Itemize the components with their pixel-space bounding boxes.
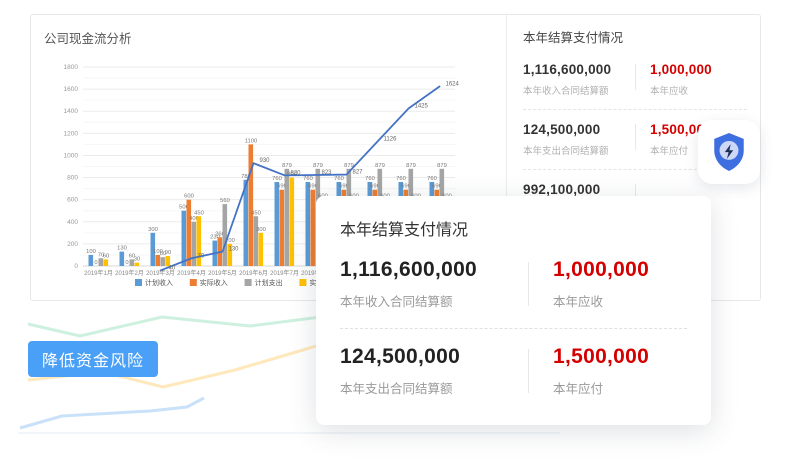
svg-text:823: 823 — [322, 170, 333, 176]
svg-text:879: 879 — [313, 163, 323, 169]
svg-text:2019年7月: 2019年7月 — [270, 269, 299, 277]
svg-text:计划收入: 计划收入 — [145, 278, 173, 287]
svg-text:1400: 1400 — [64, 108, 79, 115]
popup-receivable-label: 本年应收 — [553, 291, 649, 310]
summary-panel-title: 本年结算支付情况 — [523, 27, 747, 46]
svg-text:820: 820 — [291, 170, 302, 176]
svg-text:800: 800 — [67, 175, 78, 182]
popup-expense-settlement-label: 本年支出合同结算额 — [340, 378, 528, 397]
expense-settlement-value: 124,500,000 — [523, 122, 635, 137]
svg-text:1126: 1126 — [384, 137, 398, 143]
svg-text:879: 879 — [375, 163, 385, 169]
svg-text:879: 879 — [437, 163, 447, 169]
svg-text:90: 90 — [165, 250, 171, 256]
svg-text:760: 760 — [427, 176, 437, 182]
risk-reduction-badge: 降低资金风险 — [28, 341, 158, 377]
dashed-divider — [340, 328, 687, 329]
svg-text:450: 450 — [251, 210, 261, 216]
svg-text:827: 827 — [353, 170, 364, 176]
svg-text:1600: 1600 — [64, 86, 79, 93]
summary-row-income: 1,116,600,000 本年收入合同结算额 1,000,000 本年应收 — [523, 58, 747, 107]
svg-text:600: 600 — [184, 194, 194, 200]
svg-text:1000: 1000 — [64, 152, 79, 159]
svg-text:计划支出: 计划支出 — [255, 278, 283, 287]
svg-text:760: 760 — [303, 176, 313, 182]
svg-text:2019年1月: 2019年1月 — [84, 269, 113, 277]
svg-text:1425: 1425 — [415, 103, 429, 109]
svg-text:879: 879 — [282, 163, 292, 169]
income-settlement-value: 1,116,600,000 — [523, 62, 635, 77]
receivable-value: 1,000,000 — [650, 62, 712, 77]
dashed-divider — [523, 109, 747, 110]
svg-text:400: 400 — [67, 219, 78, 226]
svg-text:实际收入: 实际收入 — [200, 278, 228, 287]
svg-text:100: 100 — [86, 249, 96, 255]
svg-text:560: 560 — [220, 198, 230, 204]
shield-lightning-icon — [711, 132, 747, 172]
svg-text:450: 450 — [194, 210, 204, 216]
popup-receivable-value: 1,000,000 — [553, 258, 649, 282]
svg-text:2019年3月: 2019年3月 — [146, 269, 175, 277]
svg-text:760: 760 — [396, 176, 406, 182]
popup-title: 本年结算支付情况 — [340, 216, 687, 240]
svg-text:70: 70 — [198, 253, 205, 259]
page: 降低资金风险 公司现金流分析 0200400600800100012001400… — [0, 0, 792, 459]
popup-row-expense: 124,500,000 本年支出合同结算额 1,500,000 本年应付 — [340, 343, 687, 403]
popup-row-income: 1,116,600,000 本年收入合同结算额 1,000,000 本年应收 — [340, 256, 687, 316]
svg-text:879: 879 — [406, 163, 416, 169]
svg-text:1800: 1800 — [64, 64, 79, 71]
svg-text:0: 0 — [94, 260, 97, 266]
balance-value: 992,100,000 — [523, 182, 635, 197]
svg-text:30: 30 — [134, 257, 140, 263]
svg-text:2019年2月: 2019年2月 — [115, 269, 144, 277]
svg-text:0: 0 — [74, 263, 78, 270]
popup-payable-value: 1,500,000 — [553, 345, 649, 369]
svg-text:60: 60 — [103, 253, 109, 259]
svg-text:2019年6月: 2019年6月 — [239, 269, 268, 277]
popup-income-settlement-label: 本年收入合同结算额 — [340, 291, 528, 310]
popup-expense-settlement-value: 124,500,000 — [340, 345, 528, 369]
svg-text:760: 760 — [365, 176, 375, 182]
svg-text:760: 760 — [272, 176, 282, 182]
svg-text:1100: 1100 — [245, 138, 257, 144]
svg-text:760: 760 — [334, 176, 344, 182]
popup-income-settlement-value: 1,116,600,000 — [340, 258, 528, 282]
svg-text:130: 130 — [229, 247, 240, 253]
expense-settlement-label: 本年支出合同结算额 — [523, 143, 635, 157]
svg-text:200: 200 — [67, 241, 78, 248]
svg-text:1200: 1200 — [64, 130, 79, 137]
svg-text:0: 0 — [125, 260, 128, 266]
svg-text:300: 300 — [148, 227, 158, 233]
svg-text:2019年4月: 2019年4月 — [177, 269, 206, 277]
svg-text:2019年5月: 2019年5月 — [208, 269, 237, 277]
settlement-popup: 本年结算支付情况 1,116,600,000 本年收入合同结算额 1,000,0… — [316, 196, 711, 425]
income-settlement-label: 本年收入合同结算额 — [523, 83, 635, 97]
svg-text:1624: 1624 — [446, 81, 460, 87]
svg-text:300: 300 — [256, 227, 266, 233]
popup-payable-label: 本年应付 — [553, 378, 649, 397]
receivable-label: 本年应收 — [650, 83, 712, 97]
svg-text:130: 130 — [117, 246, 127, 252]
security-feature-card — [698, 120, 760, 184]
svg-text:600: 600 — [67, 197, 78, 204]
svg-text:930: 930 — [260, 158, 271, 164]
